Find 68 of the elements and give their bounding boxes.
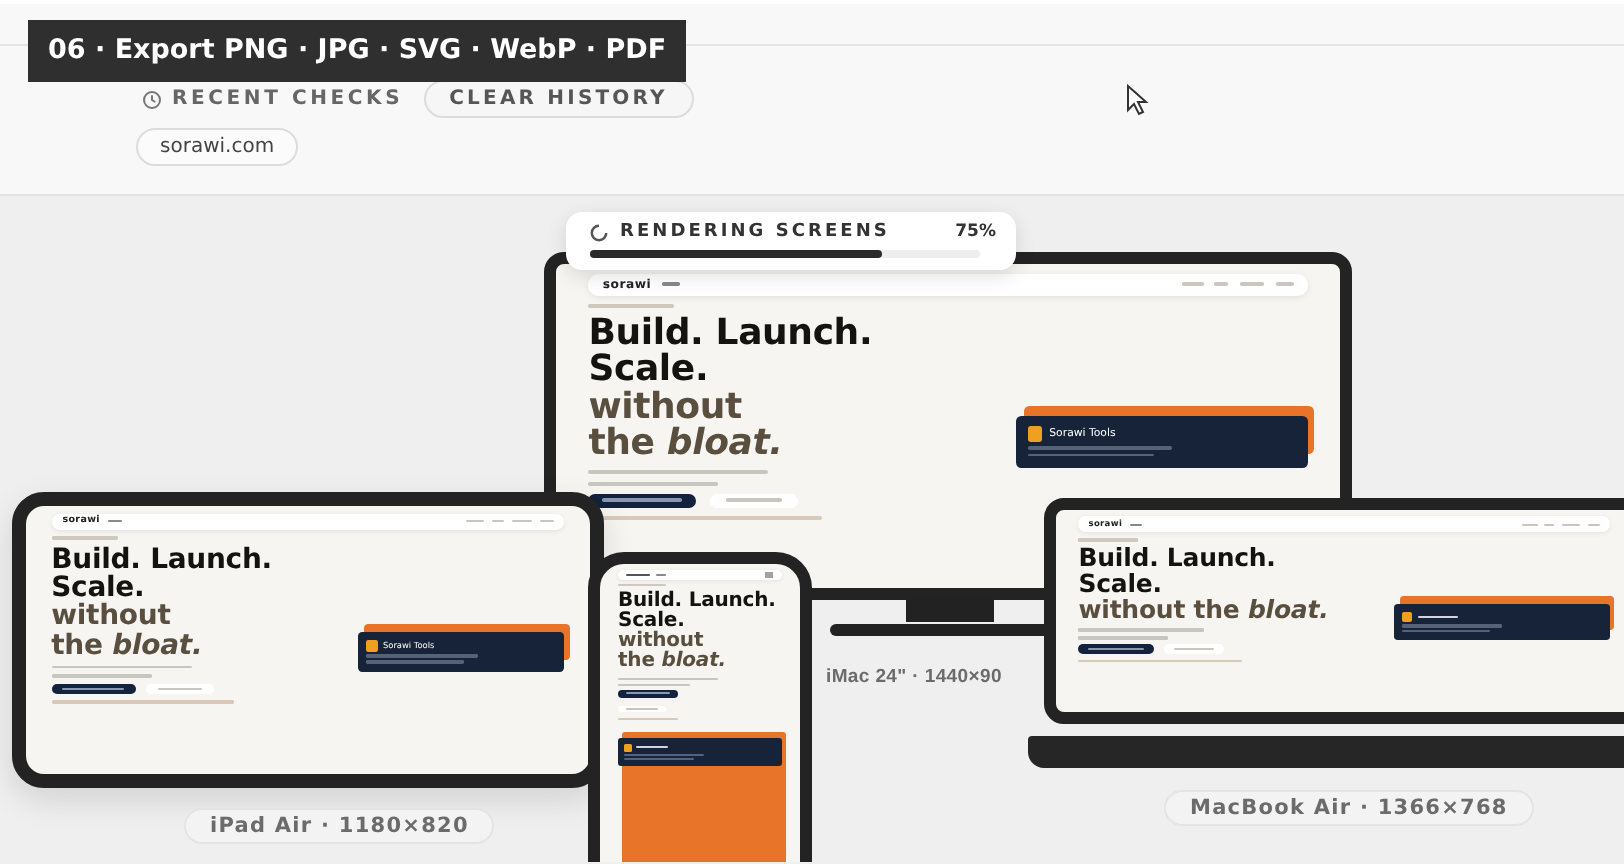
hero-headline: Build. Launch. Scale. without the bloat. [51,545,274,660]
blurred-text-line [51,665,192,669]
blurred-text-line [636,746,668,749]
blurred-text-line [1417,615,1457,618]
blurred-text-line [618,683,690,686]
blurred-text-line [626,708,658,711]
hero-headline: Build. Launch. Scale. without the bloat. [618,591,778,673]
blurred-text-line [725,498,783,503]
blurred-text-line [1129,523,1143,526]
blurred-text-line [1078,636,1169,639]
blurred-text-line [618,717,678,720]
primary-action-button[interactable] [1078,644,1154,654]
secondary-action-button[interactable] [1163,644,1224,654]
recent-check-chip[interactable]: sorawi.com [136,128,299,166]
blurred-text-line [618,677,718,679]
spinner-icon [590,223,608,241]
blurred-text-line [626,692,670,695]
primary-action-button[interactable] [588,493,697,508]
blurred-text-line [157,687,203,691]
blurred-text-line [466,519,484,523]
progress-reading: 75% [955,222,996,242]
blurred-text-line [1214,282,1229,287]
blurred-text-line [626,573,650,576]
hero-headline: Build. Launch. Scale. without the bloat. [588,316,875,463]
blurred-text-line [51,536,119,540]
blurred-text-line [1181,282,1204,287]
blurred-text-line [602,498,682,503]
device-label: MacBook Air · 1366×768 [1164,790,1534,826]
recent-checks-label: RECENT CHECKS [172,88,404,110]
tool-icon [366,640,378,652]
blurred-text-line [511,519,532,523]
blurred-text-line [588,482,718,486]
blurred-text-line [108,519,123,523]
progress-label: RENDERING SCREENS [620,222,892,242]
hero-headline: Build. Launch. Scale. without the bloat. [1078,546,1331,623]
blurred-text-line [1239,282,1265,287]
tool-icon [1027,426,1043,442]
blurred-text-line [1275,282,1294,287]
caption-banner: 06 · Export PNG · JPG · SVG · WebP · PDF [28,20,687,82]
device-label: iMac 24" · 1440×90 [824,664,1004,692]
blurred-text-line [1088,648,1144,651]
menu-icon[interactable] [764,571,774,578]
blurred-text-line [656,573,666,576]
blurred-text-line [661,282,680,287]
blurred-text-line [1544,523,1555,526]
blurred-text-line [51,674,152,678]
blurred-text-line [1078,538,1139,541]
blurred-text-line [1078,628,1204,631]
primary-action-button[interactable] [618,689,678,698]
blurred-text-line [1173,648,1214,651]
blurred-text-line [1562,523,1580,526]
tool-icon [1402,611,1412,622]
secondary-action-button[interactable] [710,493,798,508]
tool-icon [624,743,632,752]
device-label: iPad Air · 1180×820 [184,808,495,844]
blurred-text-line [492,519,504,523]
blurred-text-line [62,687,124,691]
primary-action-button[interactable] [51,683,136,695]
blurred-text-line [618,584,666,587]
clear-history-button[interactable]: CLEAR HISTORY [423,80,694,118]
clock-icon [142,89,162,109]
cursor-icon [1126,84,1152,116]
blurred-text-line [1027,453,1154,457]
blurred-text-line [588,304,675,309]
blurred-text-line [539,519,554,523]
blurred-text-line [1522,523,1537,526]
blurred-text-line [1587,523,1600,526]
secondary-action-button[interactable] [146,683,214,695]
